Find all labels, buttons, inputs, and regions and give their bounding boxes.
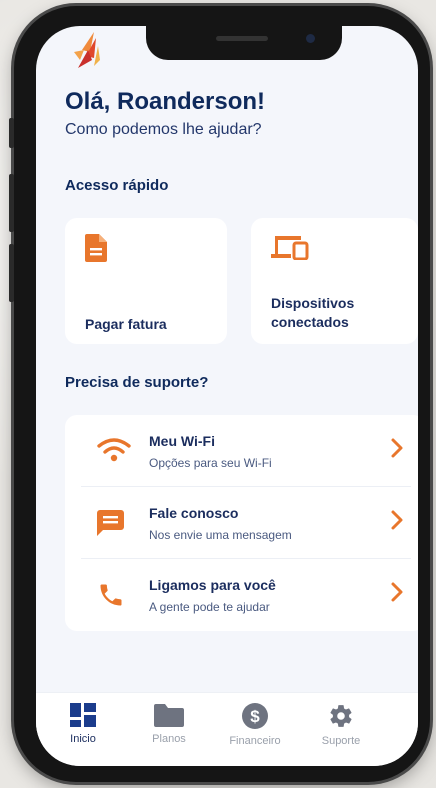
svg-text:$: $: [250, 707, 260, 726]
folder-icon: [154, 704, 184, 727]
support-list: Meu Wi-Fi Opções para seu Wi-Fi Fale con…: [65, 415, 418, 631]
dollar-icon: $: [242, 703, 268, 729]
chevron-right-icon: [391, 510, 403, 530]
connected-devices-line1: Dispositivos: [271, 295, 355, 311]
chevron-right-icon: [391, 438, 403, 458]
phone-icon: [100, 584, 122, 606]
tab-financeiro-label: Financeiro: [229, 735, 281, 747]
pay-bill-card[interactable]: Pagar fatura: [65, 218, 227, 344]
wifi-icon: [97, 438, 131, 462]
brand-logo-icon: [74, 32, 100, 68]
tab-planos-label: Planos: [152, 733, 186, 745]
callback-title: Ligamos para você: [149, 577, 276, 593]
volume-up-button: [9, 174, 14, 232]
volume-down-button: [9, 244, 14, 302]
connected-devices-line2: conectados: [271, 314, 349, 330]
contact-subtitle: Nos envie uma mensagem: [149, 528, 292, 542]
chevron-right-icon: [391, 582, 403, 602]
speaker: [216, 36, 268, 41]
mute-switch: [9, 118, 14, 148]
greeting-title: Olá, Roanderson!: [65, 88, 266, 115]
support-title: Precisa de suporte?: [65, 374, 209, 391]
tab-suporte[interactable]: Suporte: [306, 703, 376, 747]
tab-financeiro[interactable]: $ Financeiro: [220, 703, 290, 747]
callback-subtitle: A gente pode te ajudar: [149, 600, 270, 614]
list-item-contact[interactable]: Fale conosco Nos envie uma mensagem: [65, 487, 418, 558]
pay-bill-label: Pagar fatura: [85, 316, 167, 332]
wifi-subtitle: Opções para seu Wi-Fi: [149, 456, 272, 470]
bottom-tab-bar: Inicio Planos $ Financeiro Suporte: [36, 692, 418, 766]
wifi-title: Meu Wi-Fi: [149, 433, 215, 449]
list-item-callback[interactable]: Ligamos para você A gente pode te ajudar: [65, 559, 418, 630]
chat-icon: [97, 510, 124, 536]
connected-devices-card[interactable]: Dispositivos conectados: [251, 218, 418, 344]
notch: [146, 26, 342, 60]
document-icon: [85, 234, 107, 262]
tab-planos[interactable]: Planos: [134, 703, 204, 745]
tab-suporte-label: Suporte: [321, 735, 361, 747]
tab-inicio-label: Inicio: [70, 733, 96, 745]
contact-title: Fale conosco: [149, 505, 239, 521]
devices-icon: [271, 236, 309, 260]
gear-icon: [330, 705, 352, 727]
quick-access-title: Acesso rápido: [65, 177, 169, 194]
connected-devices-label: Dispositivos conectados: [271, 294, 354, 332]
greeting-subtitle: Como podemos lhe ajudar?: [65, 121, 262, 138]
list-item-wifi[interactable]: Meu Wi-Fi Opções para seu Wi-Fi: [65, 415, 418, 486]
front-camera: [306, 34, 315, 43]
tab-inicio[interactable]: Inicio: [48, 703, 118, 745]
app-screen: Olá, Roanderson! Como podemos lhe ajudar…: [36, 26, 418, 766]
dashboard-icon: [70, 703, 96, 727]
